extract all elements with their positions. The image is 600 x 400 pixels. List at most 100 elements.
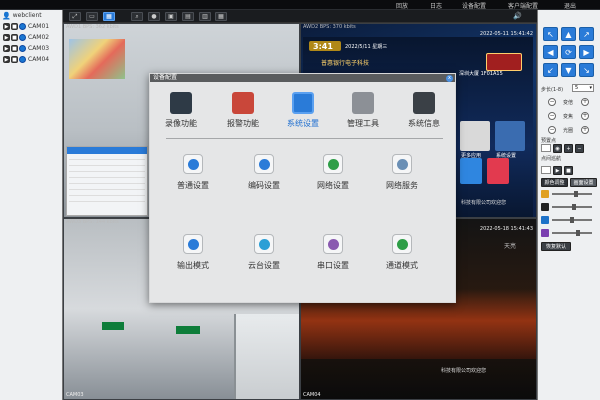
sub-label: 输出模式 (177, 261, 209, 270)
topic-label: 报警功能 (227, 119, 259, 128)
play-icon[interactable]: ▶ (3, 23, 10, 30)
ptz-auto-icon[interactable]: ⟳ (561, 45, 576, 59)
focus-near-button[interactable]: − (548, 112, 556, 120)
image-icon[interactable]: ▤ (182, 12, 194, 21)
playback-link[interactable]: 回放 (396, 1, 408, 10)
record-icon[interactable]: ● (148, 12, 160, 21)
slider-knob[interactable] (572, 204, 576, 210)
stop-icon[interactable]: ■ (11, 34, 18, 41)
tab-image-settings[interactable]: 画面设置 (570, 178, 597, 187)
brightness-slider[interactable] (552, 191, 592, 197)
logout-link[interactable]: 退出 (564, 1, 576, 10)
topic-label: 管理工具 (347, 119, 379, 128)
camera-icon (19, 56, 26, 63)
tab-color-adjust[interactable]: 颜色调整 (541, 178, 568, 187)
iris-label: 光圈 (563, 128, 574, 134)
film-icon[interactable]: ▦ (215, 12, 227, 21)
step-select[interactable]: 5 ▾ (572, 84, 594, 92)
device-config-link[interactable]: 设备配置 (462, 1, 486, 10)
hue-slider[interactable] (552, 230, 592, 236)
snapshot-icon[interactable]: ▣ (165, 12, 177, 21)
topic-admin-tools[interactable]: 管理工具 (333, 92, 393, 129)
ptz-icon (254, 234, 274, 254)
sub-encode-settings[interactable]: 编码设置 (234, 154, 294, 191)
ptz-up-right-icon[interactable]: ↗ (579, 27, 594, 41)
camera-item[interactable]: ▶ ■ CAM01 (0, 21, 62, 32)
divider (166, 138, 443, 139)
log-link[interactable]: 日志 (430, 1, 442, 10)
ptz-up-left-icon[interactable]: ↖ (543, 27, 558, 41)
ptz-up-icon[interactable]: ▲ (561, 27, 576, 41)
sub-network-settings[interactable]: 网络设置 (303, 154, 363, 191)
preset-delete-button[interactable]: − (575, 144, 584, 153)
focus-far-button[interactable]: + (581, 112, 589, 120)
preset-set-button[interactable]: + (564, 144, 573, 153)
topic-system-settings[interactable]: 系统设置 (273, 92, 333, 129)
camera-item[interactable]: ▶ ■ CAM03 (0, 43, 62, 54)
zoom-out-button[interactable]: − (548, 98, 556, 106)
ptz-down-left-icon[interactable]: ↙ (543, 63, 558, 77)
network-icon (323, 154, 343, 174)
cruise-start-button[interactable]: ▶ (553, 166, 562, 175)
camera-item[interactable]: ▶ ■ CAM02 (0, 32, 62, 43)
hue-icon (541, 229, 549, 237)
ptz-down-right-icon[interactable]: ↘ (579, 63, 594, 77)
camera-item[interactable]: ▶ ■ CAM04 (0, 54, 62, 65)
slider-knob[interactable] (576, 230, 580, 236)
iris-close-button[interactable]: − (548, 126, 556, 134)
corner-text: 天亮 (503, 243, 516, 250)
zoom-icon[interactable]: ⌕ (131, 12, 143, 21)
device-tree-panel: 👤 webclient ▶ ■ CAM01 ▶ ■ CAM02 ▶ ■ CAM0… (0, 10, 63, 400)
topic-system-info[interactable]: 系统信息 (394, 92, 454, 129)
single-view-icon[interactable]: ▭ (86, 12, 98, 21)
step-value: 5 (575, 85, 579, 91)
tile-name: CAM03 (66, 392, 84, 398)
play-icon[interactable]: ▶ (3, 45, 10, 52)
play-icon[interactable]: ▶ (3, 34, 10, 41)
sub-channel-mode[interactable]: 通道模式 (372, 234, 432, 271)
topic-alarm[interactable]: 报警功能 (213, 92, 273, 129)
kiosk-location: 深圳大厦 1F01A15 (459, 71, 503, 77)
sub-label: 通道模式 (386, 261, 418, 270)
sub-ptz-settings[interactable]: 云台设置 (234, 234, 294, 271)
iris-open-button[interactable]: + (581, 126, 589, 134)
screen-panel (66, 146, 148, 216)
slider-knob[interactable] (570, 217, 574, 223)
play-icon[interactable]: ▶ (3, 56, 10, 63)
zoom-in-button[interactable]: + (581, 98, 589, 106)
focus-label: 变焦 (563, 114, 574, 120)
ptz-right-icon[interactable]: ▶ (579, 45, 594, 59)
topic-record[interactable]: 录像功能 (151, 92, 211, 129)
sub-network-service[interactable]: 网络服务 (372, 154, 432, 191)
cruise-stop-button[interactable]: ■ (564, 166, 573, 175)
restore-default-button[interactable]: 恢复默认 (541, 242, 571, 251)
topic-label: 系统设置 (287, 119, 319, 128)
preset-call-button[interactable]: ◉ (553, 144, 562, 153)
sub-label: 网络服务 (386, 181, 418, 190)
contrast-slider[interactable] (552, 204, 592, 210)
tile-name: CAM04 (303, 392, 321, 398)
monitor-network-icon (392, 154, 412, 174)
client-config-link[interactable]: 客户端配置 (508, 1, 538, 10)
stop-icon[interactable]: ■ (11, 23, 18, 30)
device-tree-root[interactable]: 👤 webclient (0, 10, 62, 21)
stop-icon[interactable]: ■ (11, 45, 18, 52)
sub-serial-settings[interactable]: 串口设置 (303, 234, 363, 271)
ptz-down-icon[interactable]: ▼ (561, 63, 576, 77)
speaker-icon[interactable]: 🔊 (513, 12, 522, 20)
sub-output-mode[interactable]: 输出模式 (163, 234, 223, 271)
slider-knob[interactable] (574, 191, 578, 197)
video-toolbar: ⤢ ▭ ▦ ⌕ ● ▣ ▤ ▥ ▦ 🔊 (63, 10, 537, 23)
cruise-input[interactable] (541, 166, 551, 174)
sub-label: 云台设置 (248, 261, 280, 270)
fullscreen-icon[interactable]: ⤢ (69, 12, 81, 21)
stop-icon[interactable]: ■ (11, 56, 18, 63)
grid-icon[interactable]: ▥ (199, 12, 211, 21)
quad-view-icon[interactable]: ▦ (103, 12, 115, 21)
saturation-slider[interactable] (552, 217, 592, 223)
ptz-left-icon[interactable]: ◀ (543, 45, 558, 59)
close-icon[interactable]: x (446, 75, 453, 82)
sub-general-settings[interactable]: 普通设置 (163, 154, 223, 191)
preset-input[interactable] (541, 144, 551, 152)
more-apps-tile (460, 121, 490, 151)
